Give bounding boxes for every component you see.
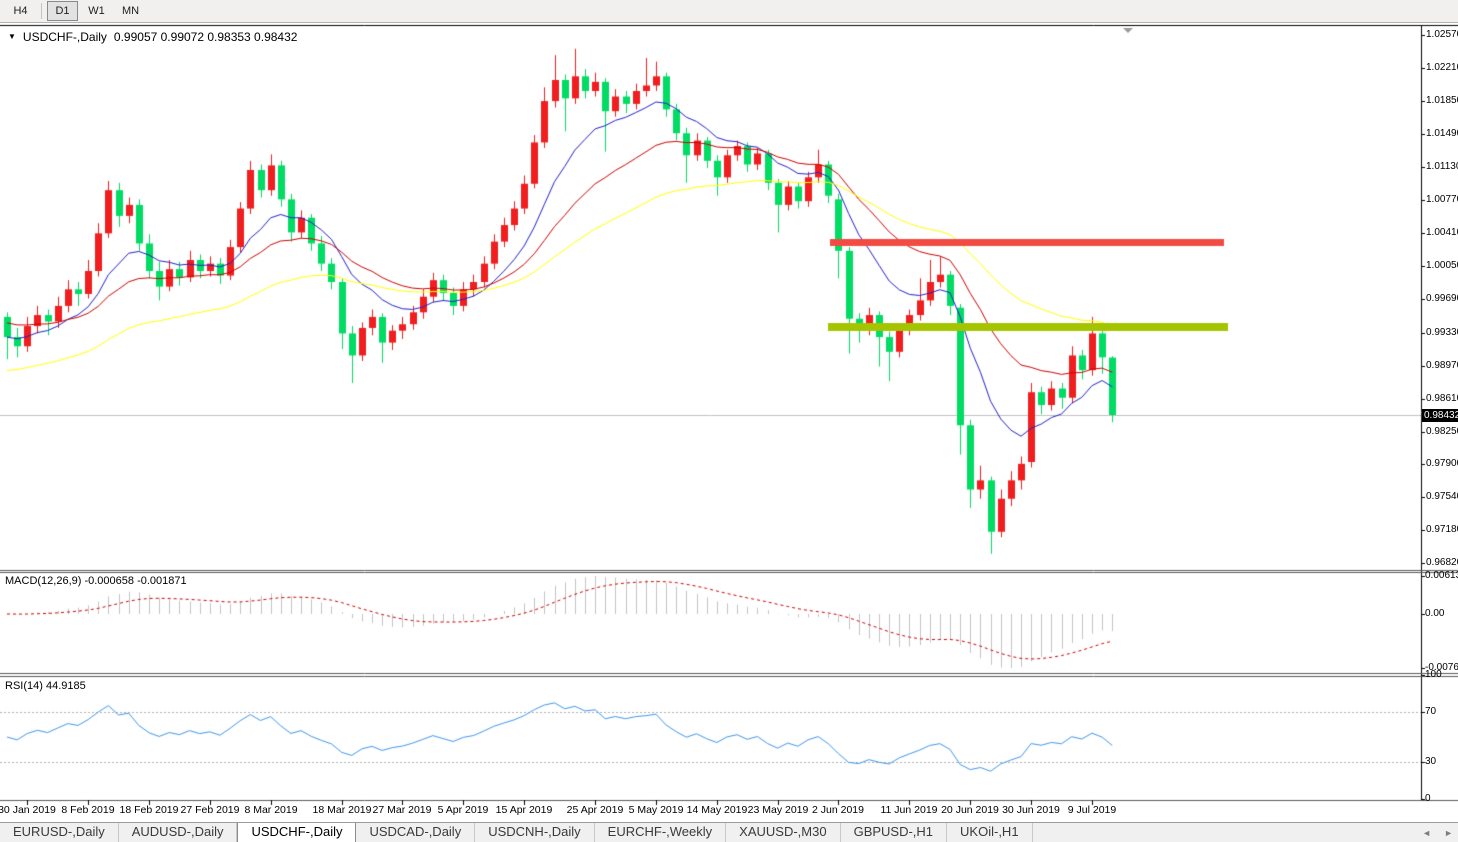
candlestick-chart-canvas[interactable]: [0, 23, 1458, 822]
date-tick-label: 20 Jun 2019: [941, 804, 999, 816]
date-tick-label: 5 Apr 2019: [438, 804, 489, 816]
chart-ohlc-values: 0.99057 0.99072 0.98353 0.98432: [114, 30, 298, 44]
price-tick-label: 1.00770: [1426, 194, 1458, 205]
date-tick-label: 14 May 2019: [687, 804, 748, 816]
date-tick-label: 18 Mar 2019: [313, 804, 372, 816]
chart-tab[interactable]: UKOil-,H1: [947, 823, 1033, 842]
date-tick-label: 27 Feb 2019: [181, 804, 240, 816]
date-tick-label: 23 May 2019: [748, 804, 809, 816]
price-tick-label: 0.96820: [1426, 557, 1458, 568]
chart-tabs: EURUSD-,DailyAUDUSD-,DailyUSDCHF-,DailyU…: [0, 823, 1033, 842]
rsi-axis-label: 0: [1425, 793, 1431, 804]
tab-scroll-right-icon[interactable]: ►: [1444, 828, 1453, 838]
chart-tab[interactable]: GBPUSD-,H1: [841, 823, 947, 842]
date-tick-label: 11 Jun 2019: [880, 804, 937, 816]
price-tick-label: 0.98970: [1426, 360, 1458, 371]
timeframe-h4-button[interactable]: H4: [5, 1, 36, 21]
chart-area: ▼ USDCHF-,Daily 0.99057 0.99072 0.98353 …: [0, 23, 1458, 822]
current-price-tag: 0.98432: [1422, 409, 1458, 422]
timeframe-toolbar: H4 D1 W1 MN: [0, 0, 1458, 23]
price-tick-label: 1.02210: [1426, 62, 1458, 73]
chart-title: ▼ USDCHF-,Daily 0.99057 0.99072 0.98353 …: [8, 30, 297, 44]
timeframe-mn-button[interactable]: MN: [115, 1, 146, 21]
chart-tab[interactable]: USDCAD-,Daily: [356, 823, 475, 842]
rsi-indicator-label: RSI(14) 44.9185: [5, 680, 86, 692]
price-tick-label: 0.97540: [1426, 491, 1458, 502]
price-tick-label: 0.97900: [1426, 458, 1458, 469]
macd-axis-label: 0.00: [1425, 608, 1444, 619]
rsi-axis-label: 100: [1425, 669, 1442, 680]
timeframe-w1-button[interactable]: W1: [81, 1, 112, 21]
price-tick-label: 0.98250: [1426, 426, 1458, 437]
price-tick-label: 1.01490: [1426, 128, 1458, 139]
date-tick-label: 30 Jun 2019: [1002, 804, 1060, 816]
chart-tab[interactable]: USDCNH-,Daily: [475, 823, 594, 842]
price-tick-label: 1.01850: [1426, 95, 1458, 106]
price-tick-label: 1.01130: [1426, 161, 1458, 172]
date-tick-label: 2 Jun 2019: [812, 804, 864, 816]
date-tick-label: 27 Mar 2019: [373, 804, 432, 816]
timeframe-d1-button[interactable]: D1: [47, 1, 78, 21]
date-tick-label: 15 Apr 2019: [496, 804, 553, 816]
tab-scroll-left-icon[interactable]: ◄: [1422, 828, 1431, 838]
rsi-axis-label: 30: [1425, 756, 1436, 767]
price-tick-label: 0.98610: [1426, 393, 1458, 404]
symbol-dropdown-icon[interactable]: ▼: [8, 31, 16, 43]
price-tick-label: 1.00410: [1426, 227, 1458, 238]
date-tick-label: 5 May 2019: [629, 804, 684, 816]
chart-tab[interactable]: USDCHF-,Daily: [237, 823, 356, 842]
date-tick-label: 25 Apr 2019: [567, 804, 624, 816]
macd-indicator-label: MACD(12,26,9) -0.000658 -0.001871: [5, 575, 187, 587]
price-tick-label: 0.97180: [1426, 524, 1458, 535]
date-tick-label: 18 Feb 2019: [120, 804, 179, 816]
chart-tabs-bar: EURUSD-,DailyAUDUSD-,DailyUSDCHF-,DailyU…: [0, 822, 1458, 842]
price-tick-label: 1.00050: [1426, 260, 1458, 271]
price-tick-label: 1.02570: [1426, 29, 1458, 40]
rsi-axis-label: 70: [1425, 706, 1436, 717]
tab-scroll-arrows: ◄ ►: [1422, 823, 1453, 842]
toolbar-separator: [41, 3, 42, 19]
price-tick-label: 0.99690: [1426, 293, 1458, 304]
date-tick-label: 9 Jul 2019: [1068, 804, 1116, 816]
price-tick-label: 0.99330: [1426, 327, 1458, 338]
chart-tab[interactable]: EURCHF-,Weekly: [595, 823, 727, 842]
chart-tab[interactable]: XAUUSD-,M30: [726, 823, 840, 842]
date-tick-label: 8 Feb 2019: [61, 804, 114, 816]
date-tick-label: 8 Mar 2019: [244, 804, 297, 816]
chart-symbol-label: USDCHF-,Daily: [23, 30, 107, 44]
date-tick-label: 30 Jan 2019: [0, 804, 56, 816]
chart-tab[interactable]: EURUSD-,Daily: [0, 823, 119, 842]
chart-tab[interactable]: AUDUSD-,Daily: [119, 823, 238, 842]
macd-axis-label: 0.00613: [1425, 570, 1458, 581]
